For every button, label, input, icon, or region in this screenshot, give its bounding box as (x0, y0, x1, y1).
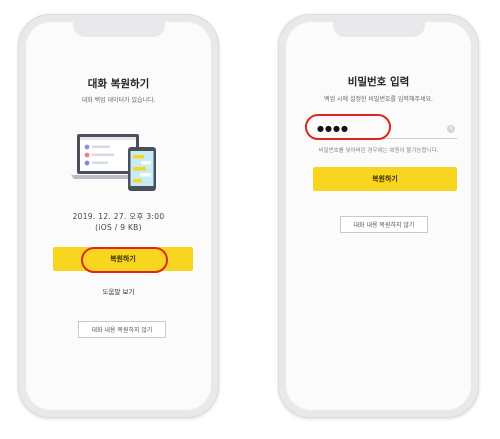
backup-info: (iOS / 9 KB) (95, 223, 142, 232)
password-hint: 비밀번호를 잊어버린 경우에는 복원이 불가능합니다. (318, 148, 439, 154)
highlight-circle (81, 247, 168, 273)
phone-frame-restore: 대화 복원하기 대화 백업 데이터가 있습니다. 2019. 12. 27. 오 (18, 14, 219, 418)
restore-button[interactable]: 복원하기 (313, 167, 457, 191)
page-subtitle: 대화 백업 데이터가 있습니다. (81, 97, 156, 104)
restore-screen: 대화 복원하기 대화 백업 데이터가 있습니다. 2019. 12. 27. 오 (26, 22, 211, 410)
backup-date: 2019. 12. 27. 오후 3:00 (72, 212, 165, 221)
help-link[interactable]: 도움말 보기 (26, 286, 211, 296)
laptop-phone-illustration (71, 134, 156, 191)
page-title: 대화 복원하기 (87, 78, 150, 90)
restore-button-label: 복원하기 (372, 175, 398, 183)
skip-restore-button[interactable]: 대화 내용 복원하지 않기 (78, 321, 166, 338)
page-title: 비밀번호 입력 (347, 76, 410, 88)
phone-notch (72, 22, 165, 37)
skip-restore-label: 대화 내용 복원하지 않기 (91, 327, 153, 334)
password-screen: 비밀번호 입력 백업 시에 설정한 비밀번호를 입력해주세요. ●●●● × 비… (286, 22, 471, 410)
skip-restore-label: 대화 내용 복원하지 않기 (353, 222, 415, 229)
phone-frame-password: 비밀번호 입력 백업 시에 설정한 비밀번호를 입력해주세요. ●●●● × 비… (278, 14, 479, 418)
page-subtitle: 백업 시에 설정한 비밀번호를 입력해주세요. (324, 96, 433, 103)
clear-icon[interactable]: × (447, 125, 455, 133)
phone-notch (332, 22, 425, 37)
skip-restore-button[interactable]: 대화 내용 복원하지 않기 (340, 216, 428, 233)
highlight-circle (305, 114, 391, 140)
